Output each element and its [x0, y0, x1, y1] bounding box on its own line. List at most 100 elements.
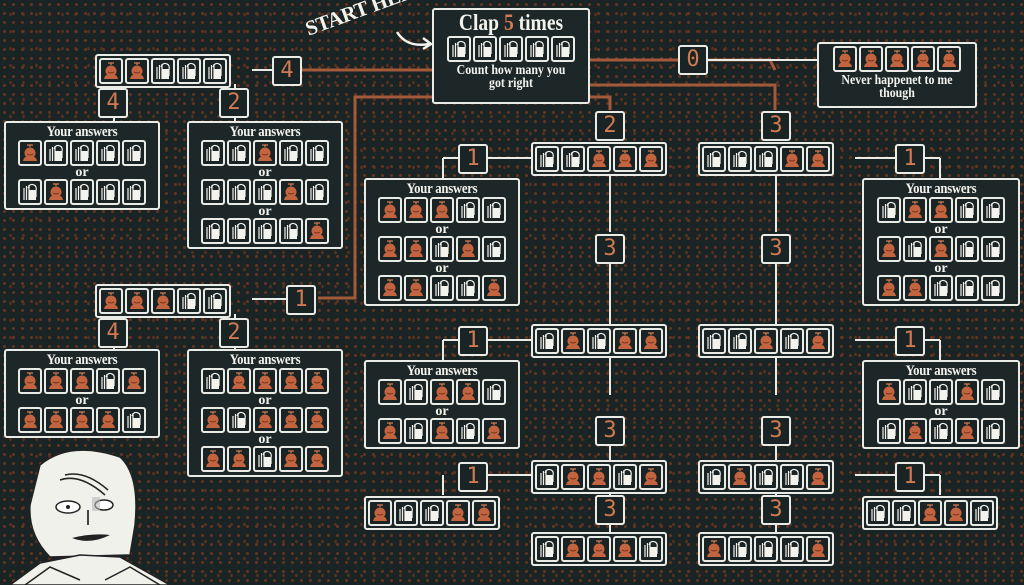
left-1-sub2-badge: 2 [219, 318, 249, 348]
stomp-icon [903, 275, 927, 301]
left-1-sub4-badge: 4 [98, 318, 128, 348]
connector-line [590, 83, 777, 110]
answer-row [189, 140, 341, 166]
or-label: or [435, 222, 449, 237]
stomp-icon [18, 140, 42, 166]
stomp-icon [903, 418, 927, 444]
left-4-sub4-badge: 4 [98, 88, 128, 118]
mid-count-badge: 2 [595, 111, 625, 141]
stomp-icon [305, 446, 329, 472]
stomp-icon [305, 368, 329, 394]
clap-icon [201, 368, 225, 394]
clap-icon [535, 536, 559, 562]
stomp-icon [227, 368, 251, 394]
or-label: or [258, 165, 272, 180]
stomp-icon [305, 218, 329, 244]
clap-icon [903, 379, 927, 405]
stomp-icon [404, 275, 428, 301]
stomp-icon [70, 368, 94, 394]
start-arrow-icon [395, 31, 434, 51]
mid-step-2-pattern [531, 324, 667, 358]
stomp-icon [253, 407, 277, 433]
answer-row [189, 179, 341, 205]
clap-icon [981, 236, 1005, 262]
clap-icon [203, 58, 227, 84]
answer-row [6, 407, 158, 433]
clap-icon [877, 418, 901, 444]
clap-icon [404, 379, 428, 405]
clap-icon [499, 36, 523, 62]
stomp-icon [754, 328, 778, 354]
answer-row [6, 140, 158, 166]
main-title: Clap 5 times [458, 10, 564, 35]
stomp-icon [472, 500, 496, 526]
stomp-icon [587, 536, 611, 562]
stomp-icon [561, 328, 585, 354]
answer-row [864, 379, 1018, 405]
clap-icon [122, 140, 146, 166]
stomp-icon [368, 500, 392, 526]
stomp-icon [227, 446, 251, 472]
or-label: or [934, 404, 948, 419]
answer-row [366, 197, 518, 223]
clap-icon [754, 536, 778, 562]
clap-icon [253, 218, 277, 244]
stomp-icon [18, 368, 42, 394]
answer-row [189, 407, 341, 433]
clap-icon [728, 146, 752, 172]
stomp-icon [806, 536, 830, 562]
clap-icon [44, 140, 68, 166]
mid-step-3-answer [364, 496, 500, 530]
stomp-icon [955, 418, 979, 444]
right-step-1-side-badge: 1 [895, 144, 925, 174]
answer-row [864, 275, 1018, 301]
clap-icon [253, 446, 277, 472]
clap-icon [780, 536, 804, 562]
clap-icon [970, 500, 994, 526]
clap-icon [702, 328, 726, 354]
answer-row [6, 179, 158, 205]
right-step-1-pattern [698, 142, 834, 176]
stomp-icon [378, 275, 402, 301]
clap-icon [535, 146, 559, 172]
stomp-icon [404, 236, 428, 262]
left-1-pattern [95, 284, 231, 318]
clap-icon [404, 418, 428, 444]
stomp-icon [929, 236, 953, 262]
right-step-3-next-badge: 3 [761, 495, 791, 525]
clap-icon [482, 379, 506, 405]
clap-icon [754, 464, 778, 490]
right-step-1-next-badge: 3 [761, 234, 791, 264]
clap-icon [929, 379, 953, 405]
clap-icon [866, 500, 890, 526]
count-zero-badge: 0 [678, 45, 708, 75]
zero-caption-2: though [879, 86, 915, 101]
left-1-count-badge: 1 [286, 285, 316, 315]
stomp-icon [561, 464, 585, 490]
left-1-sub4-answers: Your answers or [4, 349, 160, 438]
clap-icon [981, 197, 1005, 223]
clap-icon [780, 328, 804, 354]
mid-step-1-side-badge: 1 [458, 144, 488, 174]
answer-row [864, 197, 1018, 223]
stomp-icon [279, 446, 303, 472]
left-1-sub2-answers: Your answers or or [187, 349, 343, 477]
stomp-icon [96, 407, 120, 433]
main-subtitle-2: got right [489, 76, 533, 91]
clap-icon [525, 36, 549, 62]
stomp-icon [702, 536, 726, 562]
stomp-icon [279, 368, 303, 394]
clap-icon [702, 146, 726, 172]
stomp-icon [806, 464, 830, 490]
clap-icon [780, 464, 804, 490]
stomp-icon [378, 236, 402, 262]
clap-icon [456, 197, 480, 223]
right-step-3-side-badge: 1 [895, 462, 925, 492]
stomp-icon [404, 197, 428, 223]
clap-icon [535, 328, 559, 354]
or-label: or [75, 165, 89, 180]
clap-icon [929, 275, 953, 301]
clap-icon [70, 179, 94, 205]
stomp-icon [279, 407, 303, 433]
stomp-icon [911, 46, 935, 72]
